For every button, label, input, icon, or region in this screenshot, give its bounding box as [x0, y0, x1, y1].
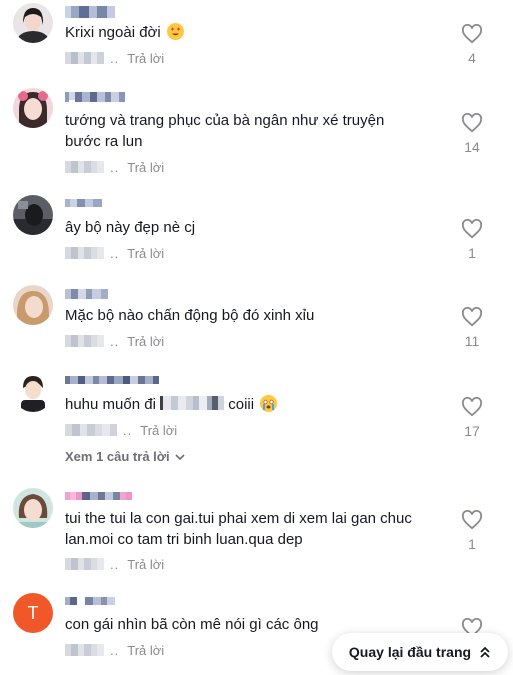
- ellipsis: ..: [110, 245, 120, 261]
- avatar[interactable]: [13, 372, 53, 412]
- comment-text: con gái nhìn bã còn mê nói gì các ông: [65, 616, 319, 633]
- avatar[interactable]: [13, 88, 53, 128]
- username-blurred[interactable]: [65, 376, 159, 390]
- like-count: 1: [468, 245, 476, 261]
- like-button[interactable]: 14: [452, 113, 492, 155]
- back-to-top-button[interactable]: Quay lại đầu trang: [332, 633, 508, 671]
- like-count: 4: [468, 50, 476, 66]
- ellipsis: ..: [110, 159, 120, 175]
- reply-button[interactable]: Trả lời: [127, 643, 164, 658]
- comment-meta: .. Trả lời: [65, 642, 164, 658]
- date-blurred: [65, 52, 104, 64]
- double-chevron-up-icon: [480, 646, 490, 658]
- ellipsis: ..: [123, 422, 133, 438]
- like-count: 1: [468, 536, 476, 552]
- heart-icon: [461, 113, 483, 133]
- ellipsis: ..: [110, 50, 120, 66]
- heart-icon: [461, 397, 483, 417]
- comment-meta: .. Trả lời: [65, 333, 164, 349]
- comment-text: huhu muốn đi coiii: [65, 394, 425, 416]
- like-button[interactable]: 4: [452, 24, 492, 66]
- back-to-top-label: Quay lại đầu trang: [348, 644, 472, 660]
- reply-button[interactable]: Trả lời: [127, 160, 164, 175]
- avatar[interactable]: [13, 195, 53, 235]
- comment-text: tướng và trang phục của bà ngân như xé t…: [65, 112, 385, 150]
- username-blurred[interactable]: [65, 492, 132, 506]
- comment-meta: .. Trả lời: [65, 556, 164, 572]
- like-count: 11: [464, 333, 480, 349]
- reply-button[interactable]: Trả lời: [140, 423, 177, 438]
- username-blurred[interactable]: [65, 92, 125, 106]
- date-blurred: [65, 247, 104, 259]
- like-button[interactable]: 1: [452, 510, 492, 552]
- avatar[interactable]: T: [13, 593, 53, 633]
- comment-text: ây bộ này đẹp nè cj: [65, 219, 196, 236]
- comment-meta: .. Trả lời: [65, 245, 164, 261]
- avatar[interactable]: [13, 3, 53, 43]
- comment-meta: .. Trả lời: [65, 50, 164, 66]
- ellipsis: ..: [110, 556, 120, 572]
- ellipsis: ..: [110, 642, 120, 658]
- like-button[interactable]: 1: [452, 219, 492, 261]
- like-count: 14: [464, 139, 480, 155]
- reply-button[interactable]: Trả lời: [127, 246, 164, 261]
- reply-button[interactable]: Trả lời: [127, 557, 164, 572]
- heart-icon: [461, 219, 483, 239]
- heart-eyes-emoji-icon: [166, 23, 184, 40]
- date-blurred: [65, 161, 104, 173]
- view-replies-button[interactable]: Xem 1 câu trả lời: [65, 449, 186, 464]
- crying-face-emoji-icon: [260, 395, 278, 412]
- reply-button[interactable]: Trả lời: [127, 334, 164, 349]
- reply-button[interactable]: Trả lời: [127, 51, 164, 66]
- username-blurred[interactable]: [65, 6, 115, 20]
- username-blurred[interactable]: [65, 597, 115, 611]
- username-blurred[interactable]: [65, 289, 108, 303]
- date-blurred: [65, 644, 104, 656]
- comment-text: Krixi ngoài đời: [65, 22, 425, 43]
- mention-blurred[interactable]: [160, 395, 225, 416]
- heart-icon: [461, 510, 483, 530]
- avatar-letter: T: [27, 602, 39, 623]
- comment-text: tui the tui la con gai.tui phai xem di x…: [65, 510, 412, 548]
- chevron-down-icon: [175, 453, 185, 460]
- date-blurred: [65, 558, 104, 570]
- ellipsis: ..: [110, 333, 120, 349]
- date-blurred: [65, 335, 104, 347]
- like-count: 17: [464, 423, 480, 439]
- avatar[interactable]: [13, 488, 53, 528]
- comment-meta: .. Trả lời: [65, 422, 177, 438]
- username-blurred[interactable]: [65, 199, 102, 213]
- comment-text: Mặc bộ nào chấn động bộ đó xinh xỉu: [65, 307, 315, 324]
- heart-icon: [461, 307, 483, 327]
- like-button[interactable]: 11: [452, 307, 492, 349]
- like-button[interactable]: 17: [452, 397, 492, 439]
- comment-meta: .. Trả lời: [65, 159, 164, 175]
- heart-icon: [461, 24, 483, 44]
- view-replies-label: Xem 1 câu trả lời: [65, 449, 170, 464]
- date-blurred: [65, 424, 117, 436]
- avatar[interactable]: [13, 285, 53, 325]
